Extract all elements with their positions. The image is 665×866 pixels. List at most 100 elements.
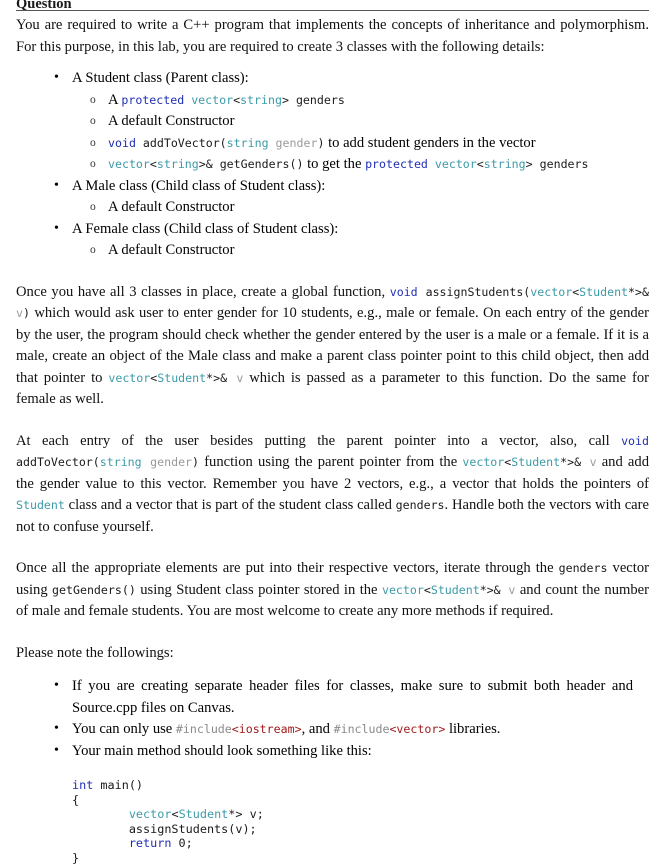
code-token-type: Student [430, 582, 480, 597]
code-token-inc: #include [333, 722, 390, 736]
code-token-plain: genders [539, 157, 589, 171]
code-token-inc: #include [175, 722, 232, 736]
class-member-list: A default Constructor [72, 197, 649, 219]
code-token-plain: assignStudents( [417, 284, 531, 299]
body-text-run: A [108, 91, 122, 108]
code-token-kw: return [128, 836, 172, 851]
code-line: int main() [72, 778, 649, 793]
paragraph-at-each-entry: At each entry of the user besides puttin… [16, 431, 649, 539]
code-token-type: Student [511, 455, 561, 469]
body-text-run: A default Constructor [108, 113, 235, 129]
code-token-type: vector [191, 92, 234, 107]
code-token-kw: void [621, 433, 649, 448]
code-token-plain: > [281, 92, 296, 107]
code-line: { [72, 793, 649, 808]
code-token-type: Student [157, 370, 207, 385]
code-token-kw: void [389, 284, 418, 299]
main-method-code-block: int main(){ vector<Student*> v; assignSt… [16, 778, 649, 866]
code-token-plain: > [525, 157, 540, 171]
code-line: vector<Student*> v; [72, 807, 649, 822]
class-list-item: A Male class (Child class of Student cla… [16, 175, 649, 219]
code-token-type: vector [381, 582, 424, 597]
code-token-plain: } [72, 850, 80, 865]
note-list-item: Your main method should look something l… [16, 740, 649, 763]
code-token-plain: *>& [479, 582, 509, 597]
code-token-plain: ) [22, 306, 30, 320]
code-token-param: gender [275, 135, 318, 150]
body-text-run: , and [301, 721, 334, 737]
class-member-item: vector<string>& getGenders() to get the … [72, 154, 649, 176]
code-token-str: <vector> [389, 722, 446, 736]
code-token-plain: < [149, 157, 157, 171]
code-token-type: vector [108, 370, 151, 385]
class-member-item: A default Constructor [72, 240, 649, 262]
note-list-item: You can only use #include<iostream>, and… [16, 718, 649, 741]
code-line: assignStudents(v); [72, 822, 649, 837]
code-token-plain: *>& [206, 370, 237, 385]
class-member-item: A protected vector<string> genders [72, 90, 649, 112]
body-text-run: to add student genders in the vector [324, 134, 536, 151]
code-token-type: string [483, 157, 526, 171]
body-text-run: libraries. [445, 721, 501, 737]
question-heading: Question [0, 0, 665, 10]
code-token-kw: protected [121, 92, 185, 107]
code-token-plain: *> v; [228, 807, 264, 822]
code-token-kw: void [108, 135, 136, 150]
body-text-run: to get the [303, 156, 366, 172]
class-list-item: A Female class (Child class of Student c… [16, 218, 649, 262]
body-text-run: Once all the appropriate elements are pu… [16, 560, 559, 576]
code-token-type: vector [530, 284, 573, 299]
code-token-plain: < [423, 582, 431, 597]
code-token-plain: *>& [628, 284, 649, 299]
code-token-type: vector [434, 157, 477, 171]
question-heading-text: Question [16, 0, 72, 10]
code-line: } [72, 851, 649, 866]
intro-paragraph: You are required to write a C++ program … [16, 17, 649, 55]
code-token-plain: ) [192, 455, 200, 469]
code-token-plain: 0; [171, 836, 193, 851]
code-token-plain: >& getGenders() [198, 157, 304, 171]
class-member-list: A protected vector<string> gendersA defa… [72, 90, 649, 176]
code-token-plain: assignStudents(v); [72, 821, 257, 836]
code-line: return 0; [72, 836, 649, 851]
note-intro-paragraph: Please note the followings: [16, 644, 174, 661]
code-token-plain: < [476, 157, 484, 171]
code-token-plain: genders [558, 561, 608, 575]
code-token-type: Student [579, 284, 629, 299]
body-text-run: using Student class pointer stored in th… [135, 581, 382, 598]
class-member-item: A default Constructor [72, 197, 649, 219]
paragraph-once-you-have: Once you have all 3 classes in place, cr… [16, 282, 649, 411]
body-text-run: A default Constructor [108, 242, 235, 258]
body-text-run: function using the parent pointer from t… [199, 454, 463, 470]
code-token-kw: protected [365, 157, 428, 171]
code-token-plain: genders [395, 498, 445, 512]
document-page: Question You are required to write a C++… [0, 0, 665, 865]
code-token-plain: addToVector( [16, 455, 100, 469]
code-token-type: vector [462, 455, 505, 469]
class-title: A Female class (Child class of Student c… [72, 220, 339, 237]
code-token-str: <iostream> [231, 722, 302, 736]
notes-list: If you are creating separate header file… [16, 675, 649, 763]
body-text-run: At each entry of the user besides puttin… [16, 432, 622, 449]
code-token-type: string [99, 455, 142, 469]
code-token-param: v [589, 455, 597, 469]
heading-divider [16, 10, 649, 11]
code-token-param: gender [150, 455, 193, 469]
body-text-run: class and a vector that is part of the s… [64, 497, 396, 513]
code-token-plain: *>& [560, 455, 590, 469]
class-list-item: A Student class (Parent class): A protect… [16, 67, 649, 176]
paragraph-once-all: Once all the appropriate elements are pu… [16, 558, 649, 623]
code-token-type: string [226, 135, 269, 150]
body-text-run: If you are creating separate header file… [72, 678, 633, 716]
code-token-type: string [156, 157, 199, 171]
code-token-type: Student [16, 498, 65, 512]
body-text-run: Your main method should look something l… [72, 742, 372, 759]
code-token-param: v [16, 306, 23, 320]
code-token-kw: int [72, 778, 94, 792]
code-token-plain: addToVector( [135, 135, 227, 150]
